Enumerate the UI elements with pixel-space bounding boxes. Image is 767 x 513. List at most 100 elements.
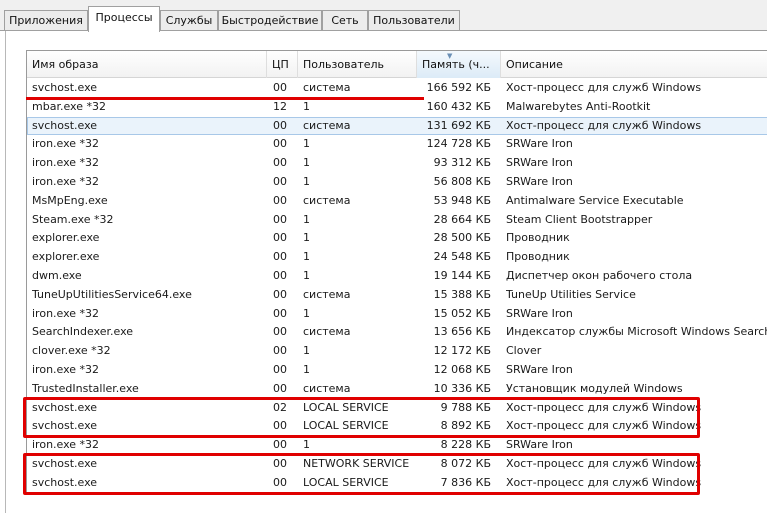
table-row[interactable]: svchost.exe 00 система 166 592 КБ Хост-проце… — [27, 79, 767, 98]
process-user: 1 — [303, 362, 310, 376]
process-memory: 124 728 КБ — [426, 137, 491, 151]
process-name: dwm.exe — [32, 268, 82, 282]
process-cpu: 00 — [273, 250, 287, 264]
process-description: SRWare Iron — [506, 362, 573, 376]
process-cpu: 00 — [273, 81, 287, 94]
sort-descending-icon: ▼ — [447, 52, 453, 60]
table-row[interactable]: explorer.exe 00 1 24 548 КБ Проводник — [27, 248, 767, 267]
process-description: Установщик модулей Windows — [506, 381, 683, 395]
tab-users[interactable]: Пользователи — [368, 10, 460, 31]
table-row[interactable]: TrustedInstaller.exe 00 система 10 336 КБ Ус… — [27, 380, 767, 399]
process-memory: 19 144 КБ — [433, 268, 491, 282]
process-name: mbar.exe *32 — [32, 99, 106, 113]
process-memory: 131 692 КБ — [426, 118, 491, 132]
tab-services[interactable]: Службы — [160, 10, 218, 31]
process-description: Antimalware Service Executable — [506, 193, 684, 207]
tab-applications[interactable]: Приложения — [4, 10, 88, 31]
process-name: explorer.exe — [32, 231, 100, 245]
process-user: LOCAL SERVICE — [303, 475, 389, 489]
process-user: 1 — [303, 156, 310, 170]
column-header-row: Имя образа ЦП Пользователь ▼ Память (ч..… — [27, 51, 767, 78]
process-description: Malwarebytes Anti-Rootkit — [506, 99, 651, 113]
table-row[interactable]: TuneUpUtilitiesService64.exe 00 система 15 … — [27, 286, 767, 305]
table-row[interactable]: svchost.exe 00 LOCAL SERVICE 8 892 КБ Хост-п… — [27, 417, 767, 436]
process-description: TuneUp Utilities Service — [506, 287, 636, 301]
process-name: svchost.exe — [32, 81, 98, 94]
process-name: svchost.exe — [32, 118, 98, 132]
table-row[interactable]: iron.exe *32 00 1 8 228 КБ SRWare Iron — [27, 436, 767, 455]
process-description: SRWare Iron — [506, 306, 573, 320]
process-memory: 12 172 КБ — [433, 344, 491, 358]
table-row[interactable]: iron.exe *32 00 1 56 808 КБ SRWare Iron — [27, 173, 767, 192]
process-description: Проводник — [506, 250, 570, 264]
process-memory: 10 336 КБ — [433, 381, 491, 395]
table-row[interactable]: iron.exe *32 00 1 124 728 КБ SRWare Iron — [27, 135, 767, 154]
table-row[interactable]: SearchIndexer.exe 00 система 13 656 КБ Индек… — [27, 323, 767, 342]
process-cpu: 00 — [273, 268, 287, 282]
process-user: система — [303, 118, 351, 132]
table-row[interactable]: iron.exe *32 00 1 15 052 КБ SRWare Iron — [27, 305, 767, 324]
process-name: iron.exe *32 — [32, 438, 100, 452]
process-name: iron.exe *32 — [32, 174, 100, 188]
process-cpu: 00 — [273, 174, 287, 188]
process-description: Проводник — [506, 231, 570, 245]
column-header-image-name[interactable]: Имя образа — [27, 51, 267, 78]
table-row[interactable]: MsMpEng.exe 00 система 53 948 КБ Antimalware… — [27, 192, 767, 211]
process-user: 1 — [303, 344, 310, 358]
table-row[interactable]: explorer.exe 00 1 28 500 КБ Проводник — [27, 229, 767, 248]
process-name: iron.exe *32 — [32, 137, 100, 151]
table-row[interactable]: svchost.exe 00 система 131 692 КБ Хост-проце… — [27, 116, 767, 136]
process-user: 1 — [303, 306, 310, 320]
tab-network[interactable]: Сеть — [322, 10, 368, 31]
process-cpu: 02 — [273, 400, 287, 414]
process-description: Хост-процесс для служб Windows — [506, 81, 702, 94]
table-row[interactable]: iron.exe *32 00 1 12 068 КБ SRWare Iron — [27, 361, 767, 380]
table-row[interactable]: svchost.exe 00 LOCAL SERVICE 7 836 КБ Хост-п… — [27, 474, 767, 492]
process-name: iron.exe *32 — [32, 362, 100, 376]
process-cpu: 00 — [273, 118, 287, 132]
process-name: iron.exe *32 — [32, 306, 100, 320]
table-row[interactable]: dwm.exe 00 1 19 144 КБ Диспетчер окон рабоче… — [27, 267, 767, 286]
process-memory: 166 592 КБ — [426, 81, 491, 94]
process-memory: 8 228 КБ — [440, 438, 491, 452]
process-memory: 12 068 КБ — [433, 362, 491, 376]
process-description: Steam Client Bootstrapper — [506, 212, 653, 226]
column-header-user[interactable]: Пользователь — [298, 51, 417, 78]
process-cpu: 00 — [273, 306, 287, 320]
tab-processes[interactable]: Процессы — [88, 6, 160, 32]
process-memory: 93 312 КБ — [433, 156, 491, 170]
process-user: 1 — [303, 231, 310, 245]
process-description: SRWare Iron — [506, 438, 573, 452]
table-row[interactable]: iron.exe *32 00 1 93 312 КБ SRWare Iron — [27, 154, 767, 173]
process-user: 1 — [303, 212, 310, 226]
column-header-description[interactable]: Описание — [501, 51, 767, 78]
process-description: SRWare Iron — [506, 174, 573, 188]
process-cpu: 00 — [273, 419, 287, 433]
table-row[interactable]: mbar.exe *32 12 1 160 432 КБ Malwarebytes An… — [27, 98, 767, 117]
table-row[interactable]: svchost.exe 00 NETWORK SERVICE 8 072 КБ Хост… — [27, 455, 767, 474]
process-description: Индексатор службы Microsoft Windows Sear… — [506, 325, 767, 339]
process-user: 1 — [303, 438, 310, 452]
process-cpu: 00 — [273, 456, 287, 470]
process-memory: 15 388 КБ — [433, 287, 491, 301]
column-header-memory[interactable]: ▼ Память (ч... — [417, 51, 501, 78]
process-description: Хост-процесс для служб Windows — [506, 475, 702, 489]
process-name: explorer.exe — [32, 250, 100, 264]
process-user: NETWORK SERVICE — [303, 456, 410, 470]
tab-performance[interactable]: Быстродействие — [218, 10, 322, 31]
column-header-cpu[interactable]: ЦП — [267, 51, 298, 78]
process-cpu: 00 — [273, 344, 287, 358]
process-user: 1 — [303, 268, 310, 282]
process-cpu: 00 — [273, 231, 287, 245]
table-row[interactable]: svchost.exe 02 LOCAL SERVICE 9 788 КБ Хост-п… — [27, 399, 767, 418]
process-user: система — [303, 325, 351, 339]
process-user: система — [303, 287, 351, 301]
process-memory: 56 808 КБ — [433, 174, 491, 188]
process-description: SRWare Iron — [506, 156, 573, 170]
process-list[interactable]: Имя образа ЦП Пользователь ▼ Память (ч..… — [26, 50, 767, 492]
process-memory: 53 948 КБ — [433, 193, 491, 207]
table-row[interactable]: clover.exe *32 00 1 12 172 КБ Clover — [27, 342, 767, 361]
process-name: svchost.exe — [32, 400, 98, 414]
table-row[interactable]: Steam.exe *32 00 1 28 664 КБ Steam Client Bo… — [27, 211, 767, 230]
process-user: система — [303, 81, 351, 94]
